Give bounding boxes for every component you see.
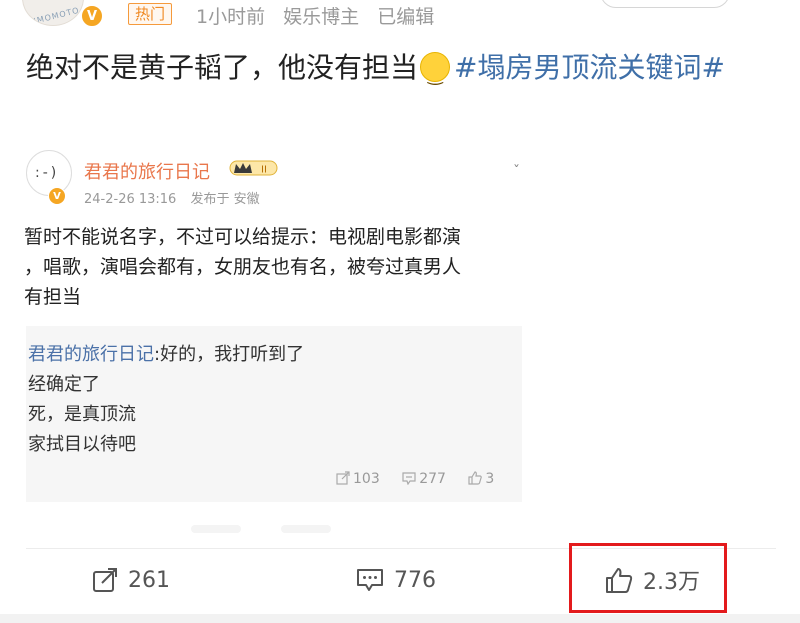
comment-count: 776 (394, 567, 436, 593)
embed-comment-count: 277 (419, 471, 446, 487)
embed-actions: 103 277 3 (336, 471, 512, 487)
embed-body-line: 暂时不能说名字，不过可以给提示：电视剧电影都演 (24, 226, 462, 248)
hot-tag: 热门 (128, 3, 173, 25)
embed-verified-badge-icon: V (48, 187, 66, 205)
thumbs-up-icon (468, 471, 483, 485)
embed-avatar: :-) (26, 150, 72, 196)
embed-like: 3 (468, 471, 494, 487)
level-badge-text: II (261, 165, 267, 176)
comment-line: 死，是真顶流 (28, 404, 136, 425)
repost-button[interactable]: 261 (92, 560, 170, 600)
comment-first-text: :好的，我打听到了 (154, 344, 305, 365)
avatar-text: KIMOMOTO (26, 5, 81, 26)
hashtag-link[interactable]: #塌房男顶流关键词# (454, 51, 725, 84)
embed-like-count: 3 (485, 471, 495, 487)
embed-body-line: 有担当 (24, 286, 82, 308)
embedded-screenshot[interactable]: :-) V 君君的旅行日记 II 24-2-26 13:16 发布于 安徽 ˇ … (24, 140, 524, 535)
bottom-separator (0, 614, 800, 623)
post-text: 绝对不是黄子韬了，他没有担当 #塌房男顶流关键词# (26, 47, 776, 97)
repost-icon (336, 471, 350, 485)
author-avatar[interactable]: KIMOMOTO (22, 0, 84, 26)
post-meta: 1小时前 娱乐博主 已编辑 (196, 2, 446, 29)
embed-repost: 103 (336, 471, 380, 487)
edited-label[interactable]: 已编辑 (377, 6, 434, 28)
repost-count: 261 (128, 567, 170, 593)
cartoon-face-icon: :-) (35, 165, 60, 181)
embed-location: 发布于 安徽 (190, 192, 260, 207)
embed-comment: 277 (402, 471, 446, 487)
faint-placeholders (191, 518, 441, 533)
embed-author-name: 君君的旅行日记 (84, 162, 210, 183)
embed-body: 暂时不能说名字，不过可以给提示：电视剧电影都演 ，唱歌，演唱会都有，女朋友也有名… (24, 222, 524, 312)
follow-button[interactable] (600, 0, 730, 8)
post-text-main: 绝对不是黄子韬了，他没有担当 (26, 51, 419, 84)
red-highlight-box (569, 543, 727, 613)
comment-line: 经确定了 (28, 374, 100, 395)
comment-icon (357, 569, 383, 591)
post-time: 1小时前 (196, 6, 266, 28)
comment-button[interactable]: 776 (356, 560, 436, 600)
embed-repost-count: 103 (353, 471, 380, 487)
embed-date: 24-2-26 13:16 (84, 192, 177, 207)
author-type: 娱乐博主 (283, 6, 360, 28)
smile-emoji-icon (420, 52, 451, 97)
embed-comment-box: 君君的旅行日记:好的，我打听到了 经确定了 死，是真顶流 家拭目以待吧 103 … (26, 326, 522, 502)
comment-line: 家拭目以待吧 (28, 434, 136, 455)
comment-author: 君君的旅行日记 (28, 344, 154, 365)
comment-icon (402, 472, 416, 486)
comment-first-line: 君君的旅行日记:好的，我打听到了 (28, 340, 304, 366)
verified-badge-icon: V (80, 4, 104, 28)
embed-meta: 24-2-26 13:16 发布于 安徽 (84, 188, 270, 207)
repost-icon (93, 568, 117, 592)
chevron-down-icon: ˇ (513, 164, 520, 180)
crown-level-badge-icon: II (229, 160, 278, 176)
embed-body-line: ，唱歌，演唱会都有，女朋友也有名，被夸过真男人 (24, 256, 462, 278)
